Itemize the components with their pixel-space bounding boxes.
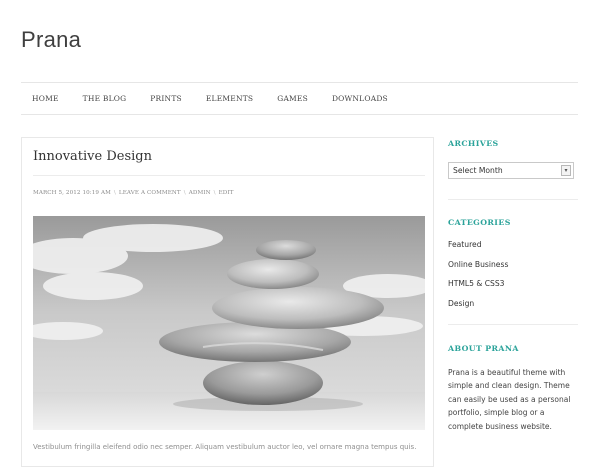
meta-separator: \ [183,190,186,196]
nav-item-elements[interactable]: ELEMENTS [206,94,253,103]
leave-comment-link[interactable]: LEAVE A COMMENT [119,190,181,196]
stacked-stones-image[interactable] [33,216,425,430]
category-link-design[interactable]: Design [448,299,474,308]
archives-widget-title: ARCHIVES [448,139,499,148]
category-link-featured[interactable]: Featured [448,240,482,249]
about-text: Prana is a beautiful theme with simple a… [448,368,571,431]
blog-post: Innovative Design MARCH 5, 2012 10:19 AM… [21,137,434,467]
chevron-down-icon[interactable]: ▾ [561,165,571,176]
meta-separator: \ [113,190,116,196]
widget-divider [448,199,578,200]
nav-item-prints[interactable]: PRINTS [150,94,182,103]
post-title-divider [33,175,425,176]
nav-item-home[interactable]: HOME [32,94,59,103]
nav-item-games[interactable]: GAMES [277,94,308,103]
about-widget-title: ABOUT PRANA [448,344,519,353]
post-date-link[interactable]: MARCH 5, 2012 10:19 AM [33,190,111,196]
post-meta: MARCH 5, 2012 10:19 AM \ LEAVE A COMMENT \ A… [33,190,237,196]
main-navigation: HOME THE BLOG PRINTS ELEMENTS GAMES DOWN… [21,82,578,115]
categories-widget-title: CATEGORIES [448,218,511,227]
edit-post-link[interactable]: EDIT [219,190,234,196]
post-title[interactable]: Innovative Design [33,149,152,164]
archives-select-value: Select Month [453,166,503,175]
archives-month-select[interactable]: Select Month ▾ [448,162,574,179]
category-link-online-business[interactable]: Online Business [448,260,508,269]
widget-divider [448,324,578,325]
nav-item-the-blog[interactable]: THE BLOG [83,94,127,103]
nav-item-downloads[interactable]: DOWNLOADS [332,94,388,103]
post-author-link[interactable]: ADMIN [189,190,211,196]
site-title[interactable]: Prana [21,27,81,53]
post-excerpt: Vestibulum fringilla eleifend odio nec s… [33,443,417,451]
category-link-html5-css3[interactable]: HTML5 & CSS3 [448,279,505,288]
meta-separator: \ [213,190,216,196]
